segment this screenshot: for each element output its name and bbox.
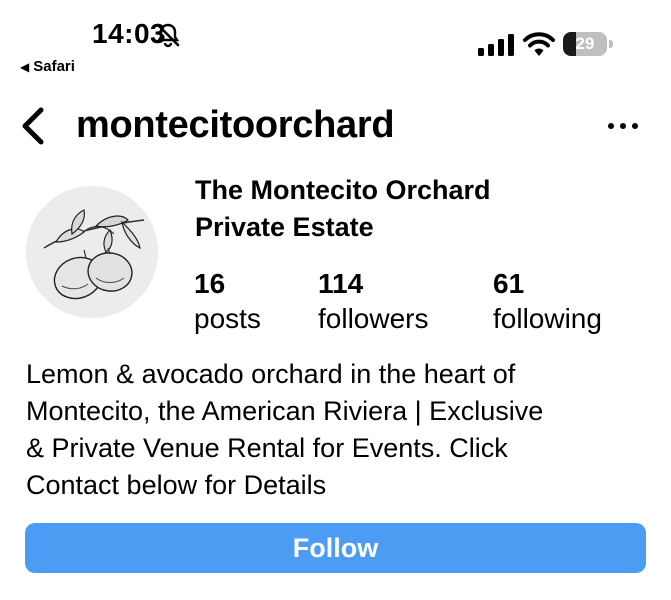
followers-count: 114 <box>318 268 364 299</box>
display-name-line: The Montecito Orchard <box>195 175 491 205</box>
bio-line: Lemon & avocado orchard in the heart of <box>26 359 516 389</box>
posts-count: 16 <box>194 268 226 299</box>
bio-line: Montecito, the American Riviera | Exclus… <box>26 396 544 426</box>
back-to-safari-link[interactable]: ◀ Safari <box>20 58 75 75</box>
back-app-label: Safari <box>33 58 75 75</box>
bell-slash-icon <box>156 23 180 48</box>
profile-username: montecitoorchard <box>76 104 395 146</box>
following-count: 61 <box>493 268 525 299</box>
chevron-left-icon[interactable] <box>18 106 48 146</box>
profile-screen: 14:03 ◀ Safari 29 montecitoorchard The M… <box>0 0 671 600</box>
following-stat[interactable]: 61 following <box>493 267 602 337</box>
posts-label: posts <box>194 303 261 334</box>
display-name: The Montecito Orchard Private Estate <box>195 172 615 246</box>
bio-line: Contact below for Details <box>26 470 327 500</box>
battery-icon: 29 <box>563 32 615 56</box>
lemon-illustration <box>26 186 158 318</box>
posts-stat[interactable]: 16 posts <box>194 267 261 337</box>
follow-button[interactable]: Follow <box>25 523 646 573</box>
more-icon[interactable] <box>606 118 640 134</box>
battery-level: 29 <box>575 34 595 53</box>
followers-stat[interactable]: 114 followers <box>318 267 428 337</box>
back-triangle-icon: ◀ <box>20 59 30 74</box>
wifi-icon <box>523 32 555 56</box>
bio-line: & Private Venue Rental for Events. Click <box>26 433 508 463</box>
profile-bio: Lemon & avocado orchard in the heart of … <box>26 356 646 504</box>
cellular-signal-icon <box>478 34 514 56</box>
following-label: following <box>493 303 602 334</box>
avatar[interactable] <box>26 186 158 318</box>
display-name-line: Private Estate <box>195 212 374 242</box>
followers-label: followers <box>318 303 429 334</box>
